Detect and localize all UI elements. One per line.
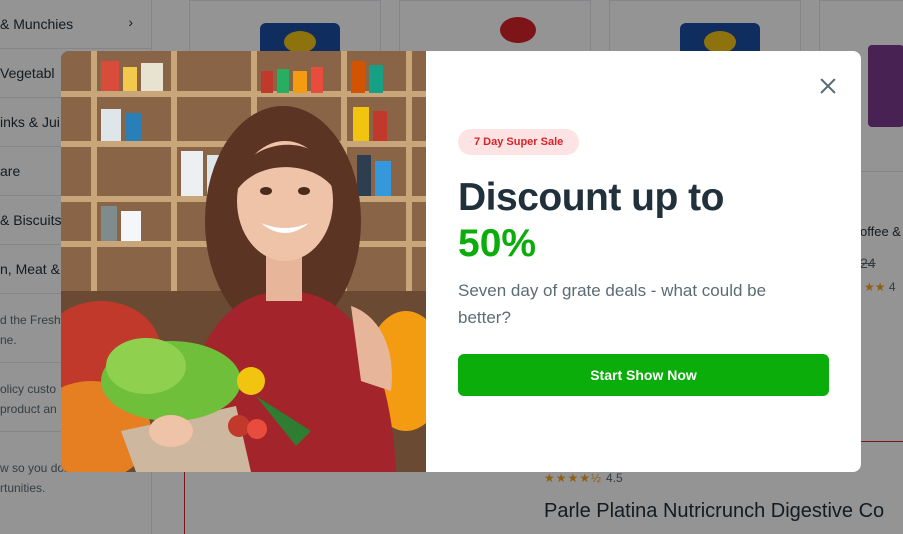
promo-discount: 50% [458, 222, 537, 265]
close-icon[interactable] [817, 75, 839, 97]
promo-content: 7 Day Super Sale Discount up to 50% Seve… [426, 51, 861, 472]
promo-heading: Discount up to [458, 176, 724, 219]
promo-image [61, 51, 426, 472]
promo-subtext: Seven day of grate deals - what could be… [458, 281, 767, 327]
promo-modal: 7 Day Super Sale Discount up to 50% Seve… [61, 51, 861, 472]
sale-badge: 7 Day Super Sale [458, 129, 580, 155]
start-shop-button[interactable]: Start Show Now [458, 354, 829, 396]
